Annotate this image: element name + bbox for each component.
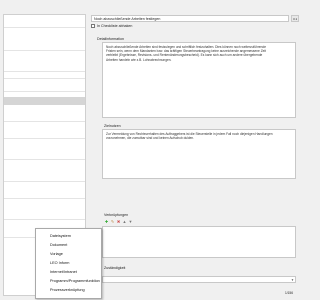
tree-separator [4,181,85,182]
tree-separator [4,50,85,51]
details-text: Noch abzuschließende Arbeiten sind festz… [106,45,267,62]
links-list[interactable] [102,226,296,258]
purpose-text: Zur Vermeidung von Rechtsverhalten des A… [106,132,273,141]
details-title: Detailinformation [97,37,124,41]
arrow-up-icon[interactable]: ▲ [122,219,127,224]
plus-icon[interactable]: ✚ [104,219,109,224]
section-number-badge: 3.1 [291,15,299,22]
menu-item-filesystem[interactable]: Dateisystem [36,232,101,241]
tree-separator [4,91,85,92]
menu-item-document[interactable]: Dokument [36,241,101,250]
add-link-context-menu: Dateisystem Dokument Vorlage LEO Inform … [35,228,102,299]
menu-item-leo-inform[interactable]: LEO Inform [36,259,101,268]
tree-separator [4,138,85,139]
task-title-text: Noch abzuschließende Arbeiten festlegen [94,17,161,21]
tree-separator [4,71,85,72]
responsibility-dropdown[interactable]: ▼ [102,276,296,283]
purpose-textarea[interactable]: Zur Vermeidung von Rechtsverhalten des A… [102,129,296,179]
details-textarea[interactable]: Noch abzuschließende Arbeiten sind festz… [102,42,296,118]
checklist-checkbox-label: In Checkliste abhaken [97,24,133,28]
page-counter: 1/156 [285,291,293,295]
chevron-down-icon[interactable]: ▼ [291,278,294,282]
purpose-title: Zielnutzen [104,124,121,128]
tree-selected-row[interactable] [4,97,85,105]
links-title: Verknüpfungen [104,213,129,217]
responsibility-title: Zuständigkeit [104,266,126,270]
tree-separator [4,121,85,122]
links-toolbar: ✚ ✎ ✖ ▲ ▼ [104,219,144,225]
menu-item-internet[interactable]: Internet/Intranet [36,268,101,277]
tree-separator [4,198,85,199]
pencil-icon[interactable]: ✎ [110,219,115,224]
arrow-down-icon[interactable]: ▼ [128,219,133,224]
tree-separator [4,159,85,160]
menu-item-program[interactable]: Programm/Programmfunktion [36,277,101,286]
tree-separator [4,78,85,79]
task-title-field[interactable]: Noch abzuschließende Arbeiten festlegen [91,15,289,22]
tree-separator [4,27,85,28]
checklist-checkbox[interactable] [91,24,95,28]
detail-pane: Noch abzuschließende Arbeiten festlegen … [88,0,300,300]
tree-separator [4,219,85,220]
menu-item-process-link[interactable]: Prozessverknüpfung [36,286,101,295]
delete-icon[interactable]: ✖ [116,219,121,224]
menu-item-template[interactable]: Vorlage [36,250,101,259]
